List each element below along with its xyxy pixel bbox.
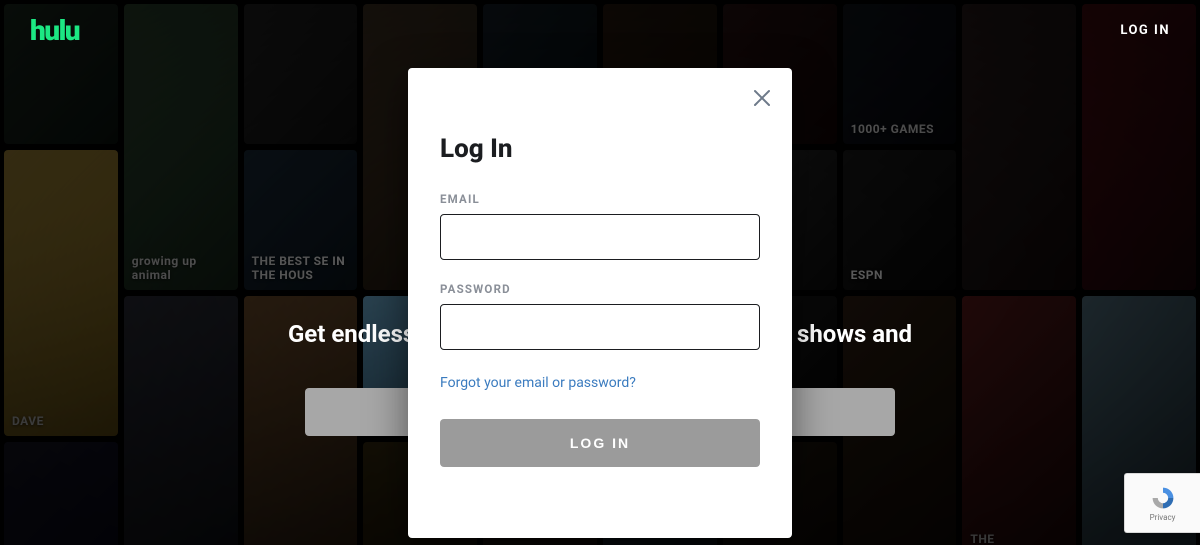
- hulu-logo: hulu: [30, 14, 79, 47]
- top-nav: hulu LOG IN: [0, 0, 1200, 60]
- bg-tile: AVENGERS ENDGAME: [124, 296, 238, 545]
- email-field[interactable]: [440, 214, 760, 260]
- login-modal: Log In EMAIL PASSWORD Forgot your email …: [408, 68, 792, 538]
- email-label: EMAIL: [440, 192, 760, 206]
- recaptcha-icon: [1150, 485, 1176, 511]
- password-label: PASSWORD: [440, 282, 760, 296]
- bg-tile: [4, 442, 118, 545]
- bg-tile: DAVE: [4, 150, 118, 436]
- password-field[interactable]: [440, 304, 760, 350]
- nav-login-link[interactable]: LOG IN: [1120, 23, 1170, 38]
- recaptcha-privacy: Privacy: [1150, 513, 1176, 522]
- bg-tile: THE HANDMAID'S TALE: [962, 296, 1076, 545]
- login-button[interactable]: LOG IN: [440, 419, 760, 467]
- forgot-link[interactable]: Forgot your email or password?: [440, 375, 636, 391]
- modal-title: Log In: [440, 134, 760, 164]
- recaptcha-badge[interactable]: Privacy: [1124, 473, 1200, 533]
- close-icon[interactable]: [750, 86, 774, 110]
